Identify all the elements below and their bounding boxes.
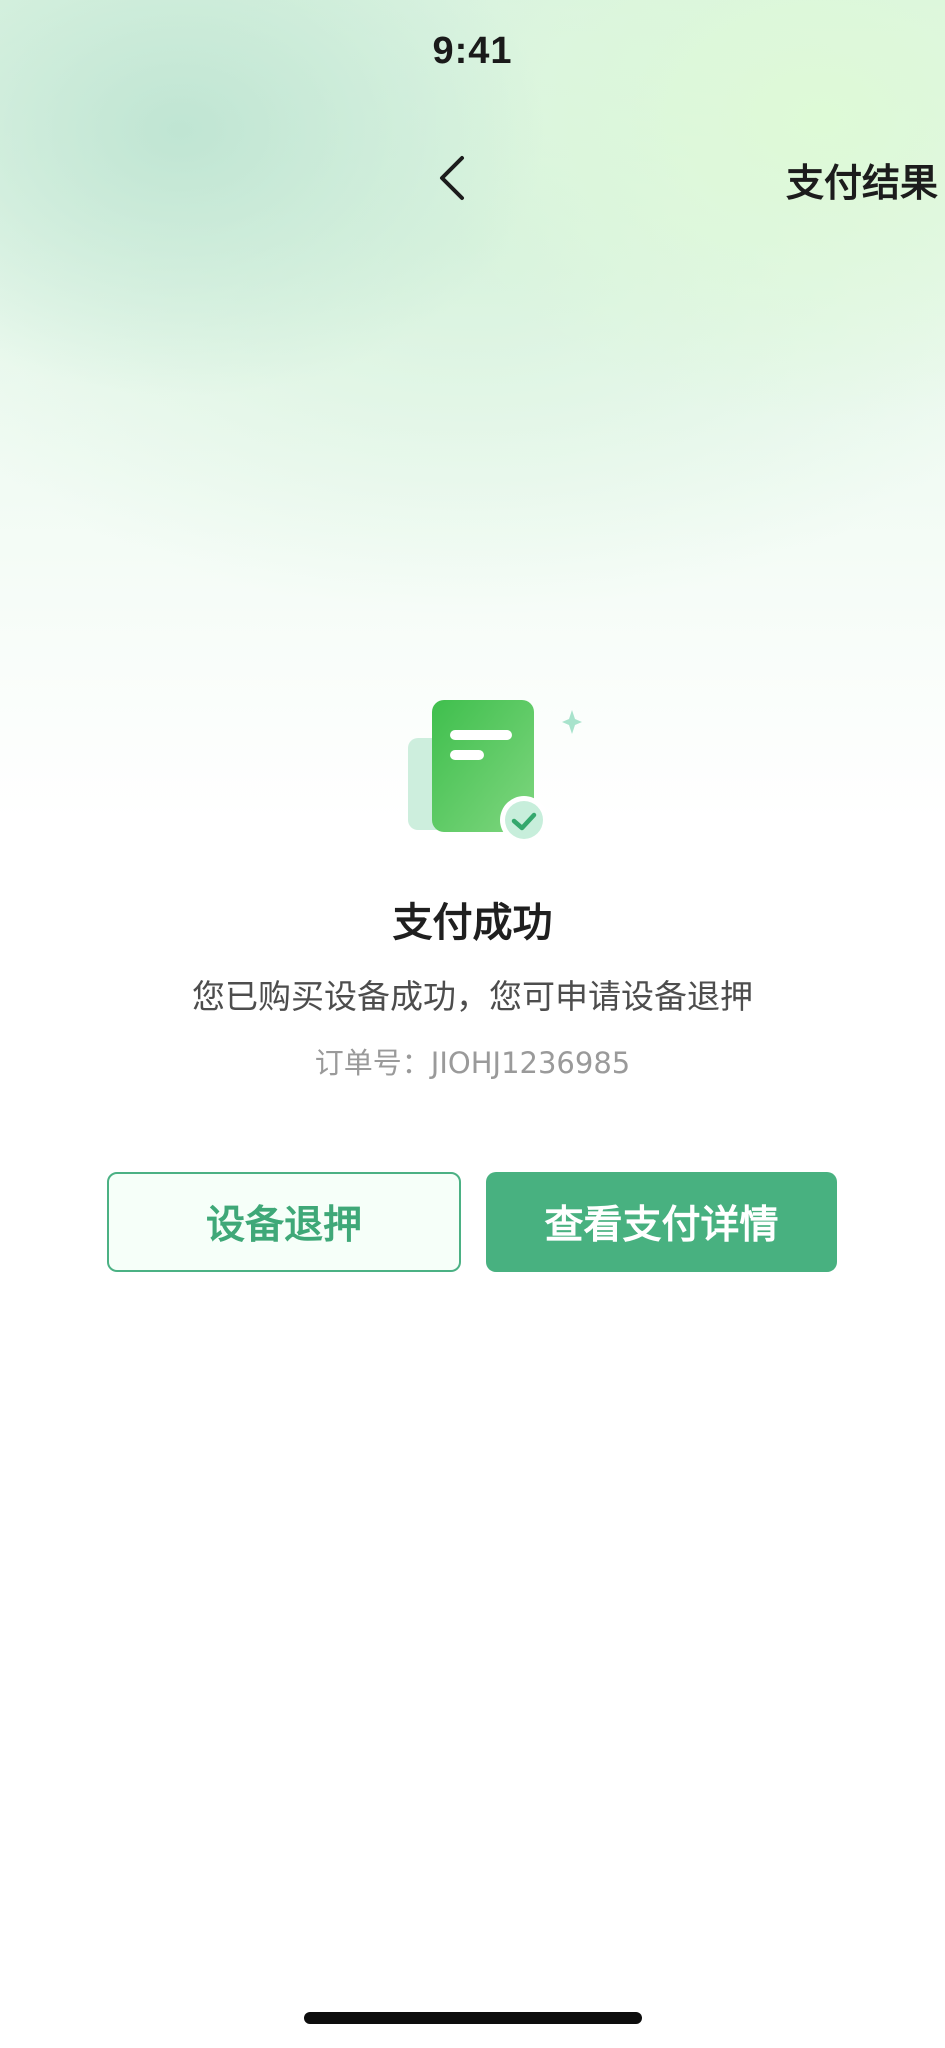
chevron-left-icon <box>440 156 464 200</box>
result-description: 您已购买设备成功，您可申请设备退押 <box>192 977 753 1016</box>
status-bar-time: 9:41 <box>432 30 513 72</box>
back-button[interactable] <box>432 150 472 206</box>
result-title: 支付成功 <box>392 900 553 946</box>
document-check-icon <box>404 694 582 854</box>
page-title: 支付结果 <box>786 161 939 205</box>
payment-result-page: 9:41 支付结果 支付成功 您已购买设备成功，您可申请设备退押 订单号：JIO… <box>0 0 945 2048</box>
home-indicator <box>304 2012 642 2024</box>
order-number-label: 订单号： <box>314 1046 431 1080</box>
refund-deposit-button[interactable]: 设备退押 <box>107 1172 461 1272</box>
order-number-value: JIOHJ1236985 <box>430 1046 631 1080</box>
order-number-row: 订单号：JIOHJ1236985 <box>0 1040 945 1082</box>
view-payment-details-button[interactable]: 查看支付详情 <box>486 1172 837 1272</box>
